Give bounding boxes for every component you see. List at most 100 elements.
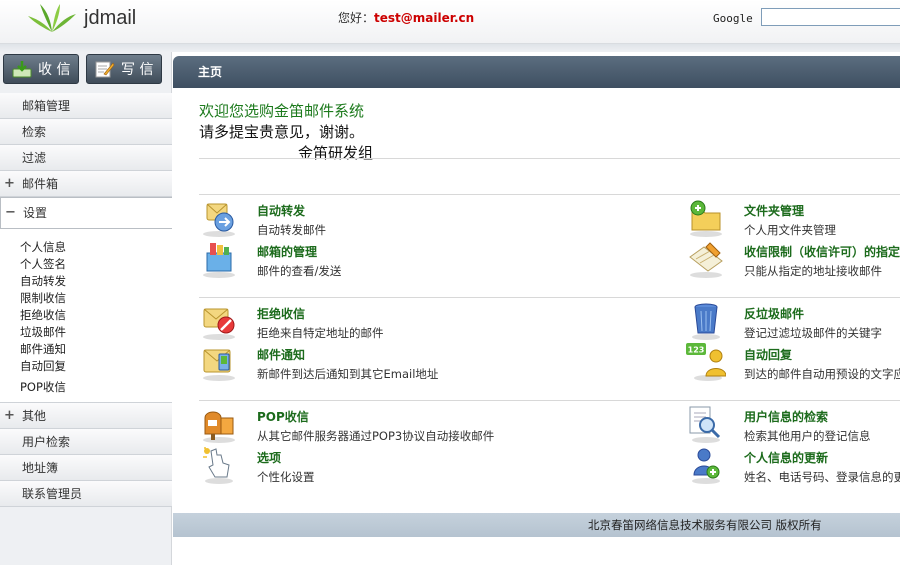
submenu-item-reject-receive[interactable]: 拒绝收信 xyxy=(20,307,172,324)
google-search-input[interactable] xyxy=(761,8,900,26)
feature-receive-limit[interactable]: 收信限制（收信许可）的指定 只能从指定的地址接收邮件 xyxy=(686,239,900,279)
feature-desc: 只能从指定的地址接收邮件 xyxy=(744,264,882,278)
folder-manage-icon xyxy=(690,200,722,237)
inbox-button[interactable]: 收 信 xyxy=(3,54,79,84)
feature-title: 邮箱的管理 xyxy=(257,245,318,259)
submenu-item-personal-info[interactable]: 个人信息 xyxy=(20,239,172,256)
write-button[interactable]: 写 信 xyxy=(86,54,162,84)
auto-forward-icon xyxy=(203,203,235,237)
greeting: 您好：test@mailer.cn xyxy=(338,9,474,26)
feature-reject-receive[interactable]: 拒绝收信 拒绝来自特定地址的邮件 xyxy=(199,301,659,341)
feature-personal-update[interactable]: 个人信息的更新 姓名、电话号码、登录信息的更 xyxy=(686,445,900,485)
receive-limit-icon xyxy=(689,242,723,278)
submenu-item-signature[interactable]: 个人签名 xyxy=(20,256,172,273)
feature-user-info-search[interactable]: 用户信息的检索 检索其他用户的登记信息 xyxy=(686,404,900,444)
sidebar-item-label: 邮件箱 xyxy=(22,177,59,191)
feature-auto-reply[interactable]: 123 自动回复 到达的邮件自动用预设的文字应 xyxy=(686,342,900,382)
sidebar-item-mailbox-manage[interactable]: 邮箱管理 xyxy=(0,93,172,119)
page-title: 主页 xyxy=(173,56,900,88)
feature-desc: 到达的邮件自动用预设的文字应 xyxy=(744,367,900,381)
feature-desc: 个性化设置 xyxy=(257,470,315,484)
mailbox-manage-icon xyxy=(203,243,235,278)
expand-plus-icon: + xyxy=(4,408,15,423)
reject-mail-icon xyxy=(203,308,235,340)
feature-desc: 自动转发邮件 xyxy=(257,223,326,237)
divider xyxy=(199,400,900,401)
sidebar-item-mailbox[interactable]: + 邮件箱 xyxy=(0,171,172,197)
feature-title: 反垃圾邮件 xyxy=(744,307,805,321)
welcome-line-3: 金笛研发组 xyxy=(298,144,374,162)
feature-title: POP收信 xyxy=(257,410,309,424)
welcome-message: 欢迎您选购金笛邮件系统 请多提宝贵意见，谢谢。 金笛研发组 xyxy=(199,100,373,163)
sidebar-item-search[interactable]: 检索 xyxy=(0,119,172,145)
inbox-download-icon xyxy=(12,61,32,78)
feature-desc: 新邮件到达后通知到其它Email地址 xyxy=(257,367,439,381)
collapse-minus-icon: − xyxy=(5,205,16,220)
user-add-icon xyxy=(692,448,720,484)
google-label: Google xyxy=(713,12,753,25)
expand-plus-icon: + xyxy=(4,176,15,191)
feature-title: 个人信息的更新 xyxy=(744,451,829,465)
feature-auto-forward[interactable]: 自动转发 自动转发邮件 xyxy=(199,198,659,238)
divider xyxy=(199,158,900,159)
sidebar-item-filter[interactable]: 过滤 xyxy=(0,145,172,171)
feature-title: 选项 xyxy=(257,451,282,465)
feature-desc: 邮件的查看/发送 xyxy=(257,264,342,278)
sidebar-item-user-search[interactable]: 用户检索 xyxy=(0,429,172,455)
sidebar-item-label: 检索 xyxy=(22,125,47,139)
feature-mailbox-manage[interactable]: 邮箱的管理 邮件的查看/发送 xyxy=(199,239,659,279)
sidebar-menu: 邮箱管理 检索 过滤 + 邮件箱 − 设置 个人信息 个人签名 自动转发 限制收信 … xyxy=(0,93,172,507)
feature-title: 自动转发 xyxy=(257,204,306,218)
feature-mail-notify[interactable]: 邮件通知 新邮件到达后通知到其它Email地址 xyxy=(199,342,659,382)
header-band xyxy=(0,44,900,52)
sidebar-item-label: 用户检索 xyxy=(22,435,71,449)
sidebar-item-label: 邮箱管理 xyxy=(22,99,71,113)
logo-text: jdmail xyxy=(84,7,137,29)
search-document-icon xyxy=(689,406,721,443)
submenu-item-spam[interactable]: 垃圾邮件 xyxy=(20,324,172,341)
submenu-item-mail-notify[interactable]: 邮件通知 xyxy=(20,341,172,358)
jdmail-logo-icon xyxy=(28,4,76,32)
feature-desc: 姓名、电话号码、登录信息的更 xyxy=(744,470,900,484)
settings-submenu: 个人信息 个人签名 自动转发 限制收信 拒绝收信 垃圾邮件 邮件通知 自动回复 … xyxy=(0,229,172,403)
feature-desc: 从其它邮件服务器通过POP3协议自动接收邮件 xyxy=(257,429,495,443)
divider xyxy=(199,194,900,195)
welcome-line-1: 欢迎您选购金笛邮件系统 xyxy=(199,102,365,120)
feature-desc: 检索其他用户的登记信息 xyxy=(744,429,871,443)
feature-desc: 拒绝来自特定地址的邮件 xyxy=(257,326,384,340)
feature-title: 文件夹管理 xyxy=(744,204,805,218)
sidebar-item-contact-admin[interactable]: 联系管理员 xyxy=(0,481,172,507)
auto-reply-user-icon: 123 xyxy=(686,343,726,381)
auto-reply-badge: 123 xyxy=(688,346,705,355)
feature-anti-spam[interactable]: 反垃圾邮件 登记过滤垃圾邮件的关键字 xyxy=(686,301,900,341)
feature-title: 拒绝收信 xyxy=(257,307,306,321)
submenu-item-auto-forward[interactable]: 自动转发 xyxy=(20,273,172,290)
sidebar-item-other[interactable]: + 其他 xyxy=(0,403,172,429)
sidebar-item-label: 联系管理员 xyxy=(22,487,83,501)
submenu-item-pop-receive[interactable]: POP收信 xyxy=(20,379,172,396)
footer: 北京春笛网络信息技术服务有限公司 版权所有 xyxy=(173,513,900,537)
write-label: 写 信 xyxy=(121,62,154,78)
mail-notify-icon xyxy=(203,349,235,381)
feature-title: 收信限制（收信许可）的指定 xyxy=(744,245,900,259)
header: jdmail 您好：test@mailer.cn Google xyxy=(0,0,900,44)
feature-folder-manage[interactable]: 文件夹管理 个人用文件夹管理 xyxy=(686,198,900,238)
inbox-label: 收 信 xyxy=(38,62,71,78)
feature-title: 邮件通知 xyxy=(257,348,306,362)
trash-can-icon xyxy=(692,303,720,340)
greeting-label: 您好： xyxy=(338,11,375,25)
sidebar: 收 信 写 信 邮箱管理 检索 过滤 + 邮件箱 − 设置 个人信息 个人签名 自动… xyxy=(0,52,172,565)
sidebar-item-address-book[interactable]: 地址簿 xyxy=(0,455,172,481)
feature-pop-receive[interactable]: POP收信 从其它邮件服务器通过POP3协议自动接收邮件 xyxy=(199,404,659,444)
divider xyxy=(199,297,900,298)
sidebar-item-label: 其他 xyxy=(22,409,47,423)
sidebar-item-label: 设置 xyxy=(23,206,48,220)
submenu-item-limit-receive[interactable]: 限制收信 xyxy=(20,290,172,307)
feature-options[interactable]: 选项 个性化设置 xyxy=(199,445,659,485)
feature-desc: 登记过滤垃圾邮件的关键字 xyxy=(744,326,882,340)
submenu-item-auto-reply[interactable]: 自动回复 xyxy=(20,358,172,375)
compose-pencil-icon xyxy=(95,61,115,78)
feature-title: 用户信息的检索 xyxy=(744,410,829,424)
copyright-text: 北京春笛网络信息技术服务有限公司 版权所有 xyxy=(588,518,822,532)
sidebar-item-settings[interactable]: − 设置 xyxy=(0,197,172,229)
